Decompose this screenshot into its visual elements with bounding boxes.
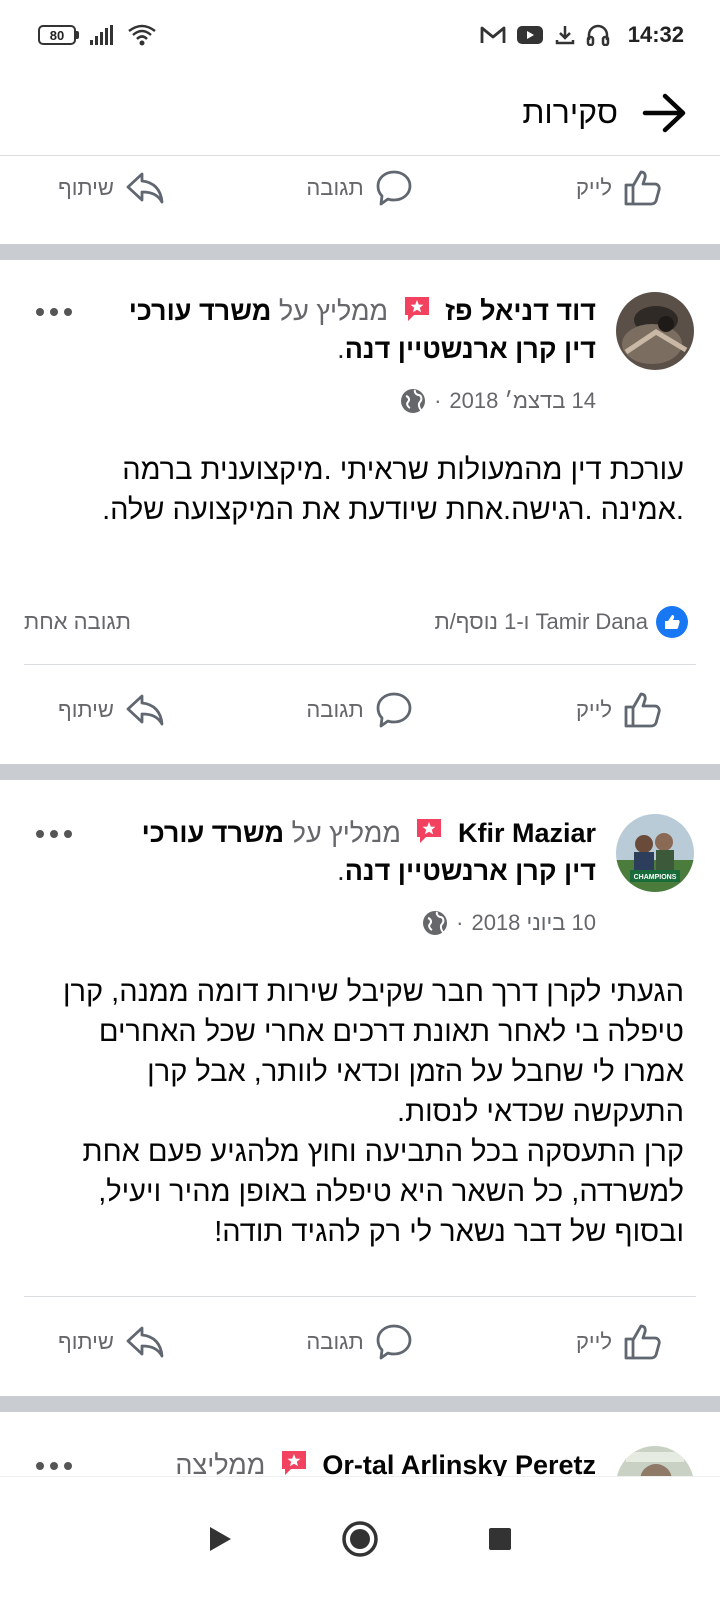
action-row: לייק תגובה שיתוף [24,1306,696,1378]
review-header: דוד דניאל פז ממליץ על משרד עורכי דין קרן… [128,295,596,364]
share-label: שיתוף [58,697,114,722]
share-label: שיתוף [58,175,114,200]
wifi-icon [127,23,157,47]
share-button[interactable]: שיתוף [58,690,228,730]
review-text: עורכת דין מהמעולות שראיתי .מיקצוענית ברמ… [102,454,684,526]
status-bar: 80 14:32 [0,0,720,70]
feed-separator [0,1396,720,1412]
like-button[interactable]: לייק [492,1322,662,1362]
home-circle-icon[interactable] [290,1499,430,1579]
recommend-badge-icon [414,817,444,845]
recommends-text: ממליץ על [291,818,401,848]
page-title: סקירות [522,94,618,130]
thumbs-up-icon [624,170,661,206]
comment-button[interactable]: תגובה [275,690,445,730]
like-reaction-icon [656,606,688,638]
more-options-icon[interactable] [36,302,72,322]
comment-label: תגובה [306,697,364,722]
review-card: CHAMPIONS Kfir Maziar ממליץ על משרד עורכ… [0,814,720,1294]
reactors[interactable]: Tamir Dana ו-1 נוסף/ת [434,606,688,638]
arrow-right-icon[interactable] [640,89,688,137]
thumbs-up-icon [624,1324,661,1360]
comments-count[interactable]: תגובה אחת [24,609,131,635]
share-icon [126,1326,164,1358]
review-author[interactable]: דוד דניאל פז [445,296,596,326]
avatar[interactable]: CHAMPIONS [616,814,694,892]
battery-level: 80 [38,25,76,45]
share-icon [126,694,164,726]
review-date[interactable]: 10 ביוני 2018 [471,910,596,936]
divider [24,1296,696,1297]
share-label: שיתוף [58,1329,114,1354]
status-right: 14:32 [480,22,684,48]
share-button[interactable]: שיתוף [58,1322,228,1362]
headphones-icon [586,24,610,46]
recommend-badge-icon [279,1449,309,1477]
youtube-icon [516,25,544,45]
more-options-icon[interactable] [36,1456,72,1476]
review-header: Kfir Maziar ממליץ על משרד עורכי דין קרן … [141,817,596,886]
action-row-top: לייק תגובה שיתוף [24,152,696,224]
like-label: לייק [575,175,612,200]
status-left: 80 [38,23,157,47]
battery-icon: 80 [38,25,79,45]
comment-icon [376,692,412,728]
comment-icon [376,170,412,206]
like-button[interactable]: לייק [492,168,662,208]
share-icon [126,172,164,204]
recommend-badge-icon [402,295,432,323]
review-text: הגעתי לקרן דרך חבר שקיבל שירות דומה ממנה… [62,976,684,1248]
more-options-icon[interactable] [36,824,72,844]
comment-label: תגובה [306,1329,364,1354]
divider [24,664,696,665]
globe-icon [423,911,448,935]
review-meta: 14 בדצמ׳ 2018 · [400,388,596,414]
reactions-summary[interactable]: Tamir Dana ו-1 נוסף/ת תגובה אחת [24,602,696,642]
review-author[interactable]: Kfir Maziar [458,818,596,848]
system-nav-bar [0,1476,720,1600]
feed-separator [0,244,720,260]
globe-icon [401,389,426,413]
clock: 14:32 [627,22,684,47]
thumbs-up-icon [624,692,661,728]
comment-button[interactable]: תגובה [275,1322,445,1362]
comment-button[interactable]: תגובה [275,168,445,208]
share-button[interactable]: שיתוף [58,168,228,208]
comment-label: תגובה [306,175,364,200]
back-triangle-icon[interactable] [150,1499,290,1579]
review-date[interactable]: 14 בדצמ׳ 2018 [449,388,596,414]
recents-square-icon[interactable] [430,1499,570,1579]
like-label: לייק [575,697,612,722]
gmail-icon [480,25,506,45]
avatar-caption: CHAMPIONS [634,874,677,881]
avatar[interactable] [616,292,694,370]
like-button[interactable]: לייק [492,690,662,730]
reactors-text: Tamir Dana ו-1 נוסף/ת [434,609,648,634]
signal-icon [89,24,117,46]
app-header: סקירות [0,70,720,156]
feed-separator [0,764,720,780]
recommends-text: ממליץ על [278,296,389,326]
download-icon [554,24,576,46]
action-row: לייק תגובה שיתוף [24,674,696,746]
review-meta: 10 ביוני 2018 · [422,910,596,936]
comment-icon [376,1324,412,1360]
like-label: לייק [575,1329,612,1354]
